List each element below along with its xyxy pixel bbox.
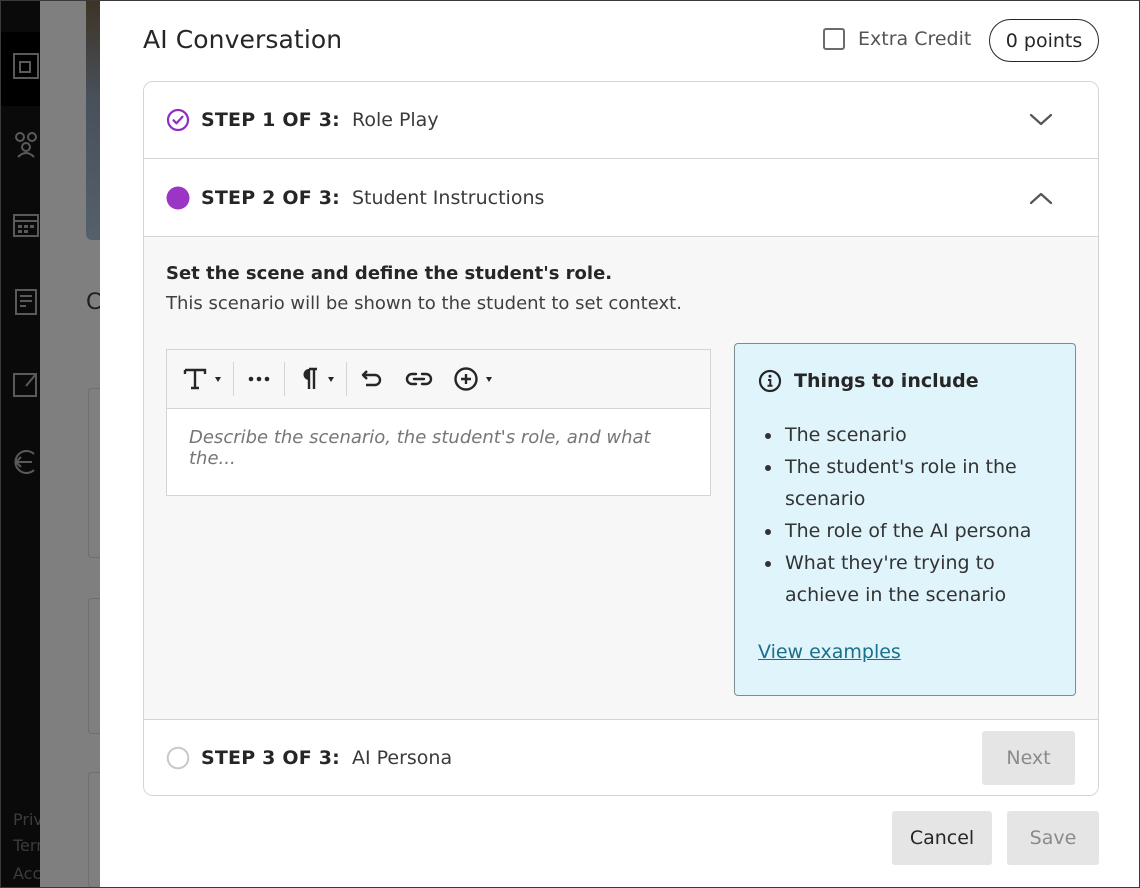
text-format-button[interactable] [179,359,224,399]
grades-icon [15,289,37,315]
link-button[interactable] [402,359,436,399]
info-icon [758,369,782,393]
footer-terms-link: Terms [13,836,40,855]
step-1-header[interactable]: STEP 1 OF 3: Role Play [144,82,1098,159]
modal-title: AI Conversation [143,25,343,54]
footer-accessibility-link: Accessibility [13,864,40,883]
step-1-title: Role Play [351,109,439,131]
paragraph-button[interactable] [294,359,337,399]
tips-header: Things to include [758,369,979,393]
background-card [88,388,100,558]
step-2-label: STEP 2 OF 3: [201,186,340,209]
step-2-title: Student Instructions [351,186,545,209]
toolbar-divider [284,362,285,396]
step-2-subheading: This scenario will be shown to the stude… [166,293,682,314]
background-sidebar: Privacy Terms Accessibility [0,0,40,888]
chevron-down-icon[interactable] [1028,107,1054,133]
tips-title: Things to include [794,370,979,392]
step-1-label: STEP 1 OF 3: [201,109,340,131]
things-to-include-panel: Things to include The scenario The stude… [734,343,1076,696]
save-button[interactable]: Save [1007,811,1099,865]
undo-icon [361,370,382,387]
text-format-icon [183,368,207,390]
footer-privacy-link: Privacy [13,810,40,829]
steps-accordion: STEP 1 OF 3: Role Play STEP 2 OF 3: Stud… [143,81,1099,796]
background-card [88,598,100,734]
sign-out-icon [14,450,35,474]
plus-circle-icon [454,367,478,391]
background-course-image [86,0,100,240]
check-circle-icon [166,108,190,132]
chevron-up-icon[interactable] [1028,185,1054,211]
tips-list-item: The scenario [783,419,1063,451]
background-content: C [40,0,100,888]
paragraph-icon [303,367,317,389]
view-examples-link[interactable]: View examples [758,641,901,663]
tips-list-item: What they're trying to achieve in the sc… [783,547,1063,611]
groups-icon [15,132,37,158]
background-heading-fragment: C [86,290,100,315]
background-card [88,772,100,888]
tips-list-item: The role of the AI persona [783,515,1063,547]
step-3-title: AI Persona [351,747,453,769]
caret-down-icon [328,376,334,382]
toolbar-divider [233,362,234,396]
insert-content-button[interactable] [450,359,495,399]
extra-credit-toggle[interactable]: Extra Credit [823,28,971,50]
step-2-body: Set the scene and define the student's r… [144,237,1098,719]
caret-down-icon [215,376,221,382]
more-options-button[interactable] [243,359,275,399]
scenario-input[interactable]: Describe the scenario, the student's rol… [167,409,710,496]
link-icon [405,372,433,386]
tips-list: The scenario The student's role in the s… [783,419,1063,611]
step-2-heading: Set the scene and define the student's r… [166,263,613,284]
ai-conversation-modal: AI Conversation Extra Credit 0 points ST… [100,0,1140,888]
step-2-header[interactable]: STEP 2 OF 3: Student Instructions [144,159,1098,237]
caret-down-icon [486,376,492,382]
pending-step-circle-icon [166,746,190,770]
courses-icon [13,53,39,79]
next-button[interactable]: Next [982,731,1075,785]
current-step-dot-icon [166,186,190,209]
more-icon [248,376,270,382]
points-button[interactable]: 0 points [989,19,1099,62]
extra-credit-label: Extra Credit [858,28,972,50]
calendar-icon [13,214,39,237]
step-3-header[interactable]: STEP 3 OF 3: AI Persona Next [144,719,1098,795]
cancel-button[interactable]: Cancel [892,811,992,865]
undo-button[interactable] [356,359,388,399]
edit-icon [13,373,37,397]
scenario-editor: Describe the scenario, the student's rol… [166,349,711,496]
extra-credit-checkbox[interactable] [823,28,845,50]
step-3-label: STEP 3 OF 3: [201,747,340,769]
toolbar-divider [346,362,347,396]
editor-toolbar [167,350,710,409]
tips-list-item: The student's role in the scenario [783,451,1063,515]
